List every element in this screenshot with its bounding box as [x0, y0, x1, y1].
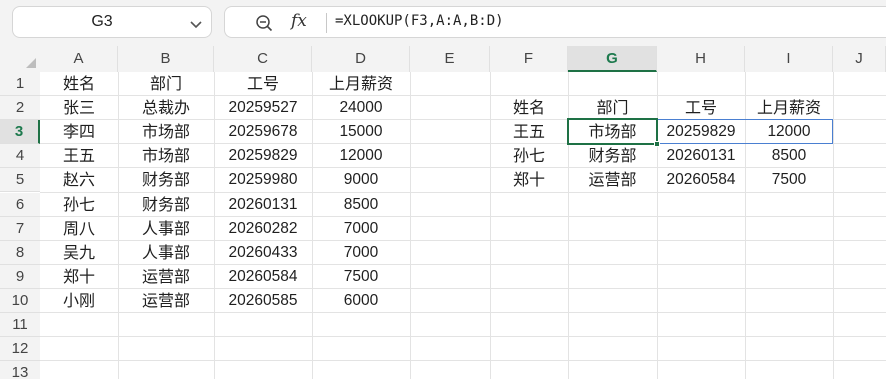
cell-B4[interactable]: 市场部	[118, 144, 214, 168]
cell-F5[interactable]: 郑十	[490, 168, 568, 192]
cell-I2[interactable]: 上月薪资	[745, 96, 833, 120]
cell-C10[interactable]: 20260585	[214, 289, 312, 313]
column-header-E[interactable]: E	[410, 46, 490, 72]
grid-line	[40, 360, 886, 362]
row-header-9[interactable]: 9	[0, 264, 40, 289]
cell-C5[interactable]: 20259980	[214, 168, 312, 192]
name-box-value[interactable]: G3	[13, 13, 191, 31]
column-header-A[interactable]: A	[40, 46, 118, 72]
cell-A5[interactable]: 赵六	[40, 168, 118, 192]
cell-B5[interactable]: 财务部	[118, 168, 214, 192]
formula-toolbar: G3 fx =XLOOKUP(F3,A:A,B:D)	[0, 0, 886, 46]
cell-D10[interactable]: 6000	[312, 289, 410, 313]
column-header-H[interactable]: H	[657, 46, 745, 72]
cell-C7[interactable]: 20260282	[214, 217, 312, 241]
column-header-B[interactable]: B	[118, 46, 214, 72]
row-header-11[interactable]: 11	[0, 313, 40, 337]
cell-D4[interactable]: 12000	[312, 144, 410, 168]
name-box[interactable]: G3	[12, 6, 212, 38]
cell-A6[interactable]: 孙七	[40, 193, 118, 217]
spill-range-outline	[657, 119, 833, 145]
row-header-2[interactable]: 2	[0, 96, 40, 121]
row-header-12[interactable]: 12	[0, 337, 40, 362]
cell-A3[interactable]: 李四	[40, 120, 118, 144]
select-all-button[interactable]	[0, 46, 40, 72]
cell-D2[interactable]: 24000	[312, 96, 410, 120]
row-header-7[interactable]: 7	[0, 216, 40, 241]
cell-C4[interactable]: 20259829	[214, 144, 312, 168]
cell-C8[interactable]: 20260433	[214, 241, 312, 265]
cell-B7[interactable]: 人事部	[118, 217, 214, 241]
formula-separator	[326, 13, 327, 33]
grid-line	[40, 336, 886, 338]
column-header-D[interactable]: D	[312, 46, 410, 72]
column-header-F[interactable]: F	[490, 46, 568, 72]
cell-I4[interactable]: 8500	[745, 144, 833, 168]
cell-D6[interactable]: 8500	[312, 193, 410, 217]
cell-F3[interactable]: 王五	[490, 120, 568, 144]
cell-B9[interactable]: 运营部	[118, 265, 214, 289]
cell-A10[interactable]: 小刚	[40, 289, 118, 313]
row-header-10[interactable]: 10	[0, 288, 40, 313]
column-header-I[interactable]: I	[745, 46, 833, 72]
cell-C3[interactable]: 20259678	[214, 120, 312, 144]
column-header-C[interactable]: C	[214, 46, 312, 72]
row-header-4[interactable]: 4	[0, 144, 40, 169]
cell-I5[interactable]: 7500	[745, 168, 833, 192]
grid-line	[410, 72, 411, 379]
cell-D5[interactable]: 9000	[312, 168, 410, 192]
cell-G2[interactable]: 部门	[568, 96, 657, 120]
cell-C1[interactable]: 工号	[214, 72, 312, 96]
cell-A8[interactable]: 吴九	[40, 241, 118, 265]
cell-B8[interactable]: 人事部	[118, 241, 214, 265]
cell-D8[interactable]: 7000	[312, 241, 410, 265]
cell-D3[interactable]: 15000	[312, 120, 410, 144]
row-header-5[interactable]: 5	[0, 168, 40, 193]
column-header-G[interactable]: G	[568, 46, 657, 72]
cell-F2[interactable]: 姓名	[490, 96, 568, 120]
cell-B1[interactable]: 部门	[118, 72, 214, 96]
formula-input[interactable]: =XLOOKUP(F3,A:A,B:D)	[335, 13, 504, 29]
column-header-J[interactable]: J	[833, 46, 886, 72]
cell-A7[interactable]: 周八	[40, 217, 118, 241]
cell-F4[interactable]: 孙七	[490, 144, 568, 168]
chevron-down-icon[interactable]	[189, 16, 203, 35]
cell-A2[interactable]: 张三	[40, 96, 118, 120]
cell-B6[interactable]: 财务部	[118, 193, 214, 217]
cell-C6[interactable]: 20260131	[214, 193, 312, 217]
cell-D9[interactable]: 7500	[312, 265, 410, 289]
cell-G5[interactable]: 运营部	[568, 168, 657, 192]
fx-icon[interactable]: fx	[291, 11, 307, 31]
cell-C9[interactable]: 20260584	[214, 265, 312, 289]
cell-H4[interactable]: 20260131	[657, 144, 745, 168]
cell-H2[interactable]: 工号	[657, 96, 745, 120]
row-header-13[interactable]: 13	[0, 361, 40, 379]
cell-grid[interactable]: 姓名 部门 工号 上月薪资 张三 总裁办 20259527 24000 李四 市场部 2025967…	[40, 72, 886, 379]
zoom-icon[interactable]	[255, 14, 273, 36]
fill-handle[interactable]	[654, 141, 660, 148]
cell-B10[interactable]: 运营部	[118, 289, 214, 313]
cell-A9[interactable]: 郑十	[40, 265, 118, 289]
cell-C2[interactable]: 20259527	[214, 96, 312, 120]
active-cell-selection[interactable]	[567, 118, 660, 148]
row-header-8[interactable]: 8	[0, 240, 40, 265]
row-header-1[interactable]: 1	[0, 72, 40, 96]
cell-D7[interactable]: 7000	[312, 217, 410, 241]
cell-G4[interactable]: 财务部	[568, 144, 657, 168]
cell-A4[interactable]: 王五	[40, 144, 118, 168]
cell-B2[interactable]: 总裁办	[118, 96, 214, 120]
row-header-3[interactable]: 3	[0, 120, 40, 145]
cell-H5[interactable]: 20260584	[657, 168, 745, 192]
formula-bar[interactable]: fx =XLOOKUP(F3,A:A,B:D)	[224, 6, 886, 38]
cell-A1[interactable]: 姓名	[40, 72, 118, 96]
cell-D1[interactable]: 上月薪资	[312, 72, 410, 96]
row-header-6[interactable]: 6	[0, 192, 40, 217]
grid-line	[833, 72, 834, 379]
cell-B3[interactable]: 市场部	[118, 120, 214, 144]
